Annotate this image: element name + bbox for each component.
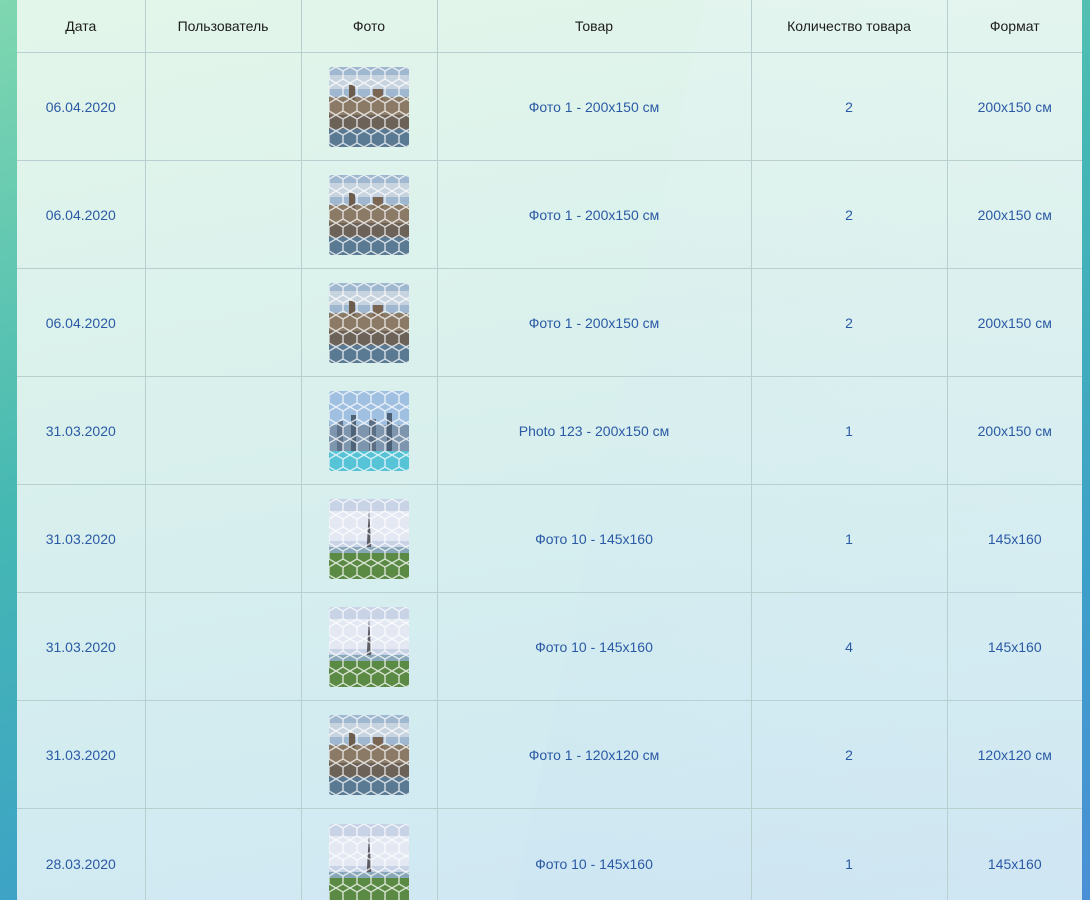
product-cell[interactable]: Фото 1 - 200x150 см <box>437 52 752 161</box>
user-cell <box>145 592 302 701</box>
photo-cell[interactable] <box>301 268 438 377</box>
user-cell <box>145 376 302 485</box>
orders-table: Дата Пользователь Фото Товар Количество … <box>17 0 1082 900</box>
product-cell[interactable]: Фото 10 - 145x160 <box>437 484 752 593</box>
quantity-cell[interactable]: 1 <box>751 808 948 900</box>
product-thumbnail[interactable] <box>329 174 409 255</box>
product-cell[interactable]: Фото 10 - 145x160 <box>437 592 752 701</box>
date-cell[interactable]: 06.04.2020 <box>17 268 146 377</box>
table-row[interactable]: 31.03.2020 Фото 10 - 145x160 1 145x160 <box>17 484 1082 593</box>
product-thumbnail[interactable] <box>329 714 409 795</box>
table-row[interactable]: 31.03.2020 Фото 10 - 145x160 4 145x160 <box>17 592 1082 701</box>
table-row[interactable]: 31.03.2020 Photo 123 - 200x150 см 1 200x150… <box>17 376 1082 485</box>
photo-cell[interactable] <box>301 592 438 701</box>
column-header-photo: Фото <box>301 0 438 53</box>
photo-cell[interactable] <box>301 376 438 485</box>
quantity-cell[interactable]: 2 <box>751 700 948 809</box>
quantity-cell[interactable]: 2 <box>751 52 948 161</box>
table-row[interactable]: 06.04.2020 Фото 1 - 200x150 см 2 200x150 см <box>17 52 1082 161</box>
format-cell[interactable]: 200x150 см <box>947 376 1082 485</box>
user-cell <box>145 268 302 377</box>
table-row[interactable]: 31.03.2020 Фото 1 - 120x120 см 2 120x120 см <box>17 700 1082 809</box>
format-cell[interactable]: 200x150 см <box>947 160 1082 269</box>
quantity-cell[interactable]: 2 <box>751 268 948 377</box>
quantity-cell[interactable]: 1 <box>751 376 948 485</box>
photo-cell[interactable] <box>301 808 438 900</box>
table-row[interactable]: 06.04.2020 Фото 1 - 200x150 см 2 200x150 см <box>17 160 1082 269</box>
format-cell[interactable]: 120x120 см <box>947 700 1082 809</box>
user-cell <box>145 160 302 269</box>
product-thumbnail[interactable] <box>329 498 409 579</box>
date-cell[interactable]: 28.03.2020 <box>17 808 146 900</box>
product-thumbnail[interactable] <box>329 824 409 900</box>
user-cell <box>145 52 302 161</box>
date-cell[interactable]: 06.04.2020 <box>17 160 146 269</box>
quantity-cell[interactable]: 1 <box>751 484 948 593</box>
format-cell[interactable]: 145x160 <box>947 592 1082 701</box>
photo-cell[interactable] <box>301 52 438 161</box>
product-thumbnail[interactable] <box>329 606 409 687</box>
date-cell[interactable]: 31.03.2020 <box>17 376 146 485</box>
date-cell[interactable]: 31.03.2020 <box>17 484 146 593</box>
format-cell[interactable]: 145x160 <box>947 808 1082 900</box>
column-header-user[interactable]: Пользователь <box>145 0 302 53</box>
photo-cell[interactable] <box>301 160 438 269</box>
date-cell[interactable]: 31.03.2020 <box>17 592 146 701</box>
quantity-cell[interactable]: 4 <box>751 592 948 701</box>
column-header-product[interactable]: Товар <box>437 0 752 53</box>
table-header-row: Дата Пользователь Фото Товар Количество … <box>17 0 1082 53</box>
product-thumbnail[interactable] <box>329 66 409 147</box>
photo-cell[interactable] <box>301 700 438 809</box>
product-cell[interactable]: Фото 1 - 120x120 см <box>437 700 752 809</box>
format-cell[interactable]: 145x160 <box>947 484 1082 593</box>
product-thumbnail[interactable] <box>329 390 409 471</box>
product-cell[interactable]: Photo 123 - 200x150 см <box>437 376 752 485</box>
product-cell[interactable]: Фото 1 - 200x150 см <box>437 268 752 377</box>
orders-panel: Дата Пользователь Фото Товар Количество … <box>17 0 1082 900</box>
user-cell <box>145 700 302 809</box>
date-cell[interactable]: 06.04.2020 <box>17 52 146 161</box>
table-row[interactable]: 28.03.2020 Фото 10 - 145x160 1 145x160 <box>17 808 1082 900</box>
format-cell[interactable]: 200x150 см <box>947 268 1082 377</box>
user-cell <box>145 808 302 900</box>
user-cell <box>145 484 302 593</box>
column-header-date[interactable]: Дата <box>17 0 146 53</box>
table-row[interactable]: 06.04.2020 Фото 1 - 200x150 см 2 200x150 см <box>17 268 1082 377</box>
format-cell[interactable]: 200x150 см <box>947 52 1082 161</box>
photo-cell[interactable] <box>301 484 438 593</box>
quantity-cell[interactable]: 2 <box>751 160 948 269</box>
product-cell[interactable]: Фото 1 - 200x150 см <box>437 160 752 269</box>
product-thumbnail[interactable] <box>329 282 409 363</box>
date-cell[interactable]: 31.03.2020 <box>17 700 146 809</box>
column-header-format[interactable]: Формат <box>947 0 1082 53</box>
column-header-quantity[interactable]: Количество товара <box>751 0 948 53</box>
product-cell[interactable]: Фото 10 - 145x160 <box>437 808 752 900</box>
